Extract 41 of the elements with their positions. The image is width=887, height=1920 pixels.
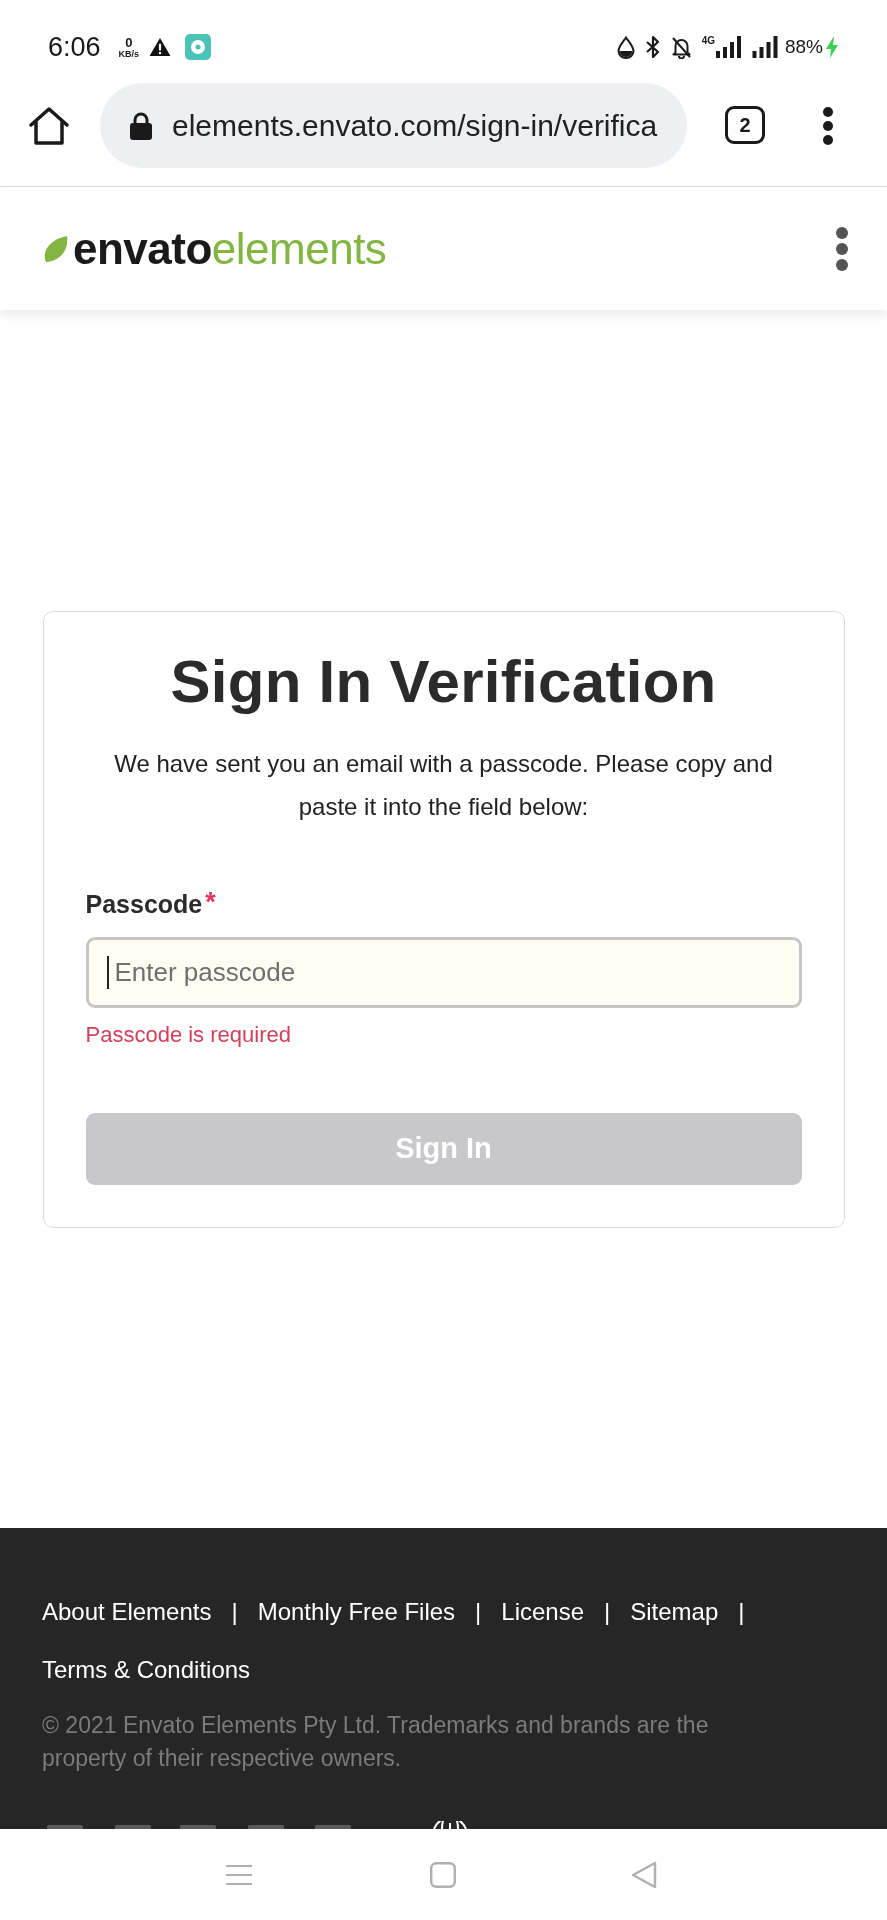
app-notification-icon [185,34,212,60]
net-speed-value: 0 [125,35,133,49]
tab-switcher-button[interactable]: 2 [725,106,765,144]
more-icon[interactable] [822,106,834,146]
menu-icon[interactable] [225,1863,253,1886]
link-separator: | [604,1597,611,1627]
logo-wordmark[interactable]: envatoelements [73,223,387,274]
address-bar[interactable]: elements.envato.com/sign-in/verifica [100,83,687,168]
footer-link[interactable]: Sitemap [630,1597,719,1627]
network-type: 4G [701,36,715,46]
bell-off-icon [670,35,692,59]
battery-level: 88% [784,36,823,58]
warning-icon [149,37,172,57]
water-drop-icon [616,35,635,59]
instruction-text: We have sent you an email with a passcode. Please copy and paste it into the field below: [113,748,774,822]
link-separator: | [475,1597,482,1627]
bluetooth-icon [644,35,661,59]
copyright-text: © 2021 Envato Elements Pty Ltd. Trademarks and brands are the property of their respective owners. [42,1711,710,1773]
link-separator: | [231,1597,238,1627]
page-title: Sign In Verification [169,651,718,712]
footer-link[interactable]: License [501,1597,585,1627]
back-icon[interactable] [631,1860,657,1889]
signal-icon [715,36,741,58]
home-icon[interactable] [28,106,70,146]
passcode-input[interactable]: Enter passcode [85,936,802,1008]
field-label: Passcode [85,888,203,919]
home-square-icon[interactable] [430,1861,456,1888]
globe-icon[interactable] [430,1821,470,1829]
lock-icon [130,111,152,140]
link-separator: | [738,1597,745,1627]
required-mark: * [205,888,216,916]
net-speed-unit: KB/s [118,48,140,59]
footer-link[interactable]: Monthly Free Files [257,1597,456,1627]
footer-link[interactable]: Terms & Conditions [42,1655,251,1685]
leaf-icon[interactable] [43,234,68,263]
more-icon[interactable] [835,225,849,272]
footer-link[interactable]: About Elements [42,1597,212,1627]
signal-icon [750,36,779,58]
url-text: elements.envato.com/sign-in/verifica [172,108,658,143]
error-message: Passcode is required [85,1020,292,1049]
clock-time: 6:06 [48,31,101,63]
